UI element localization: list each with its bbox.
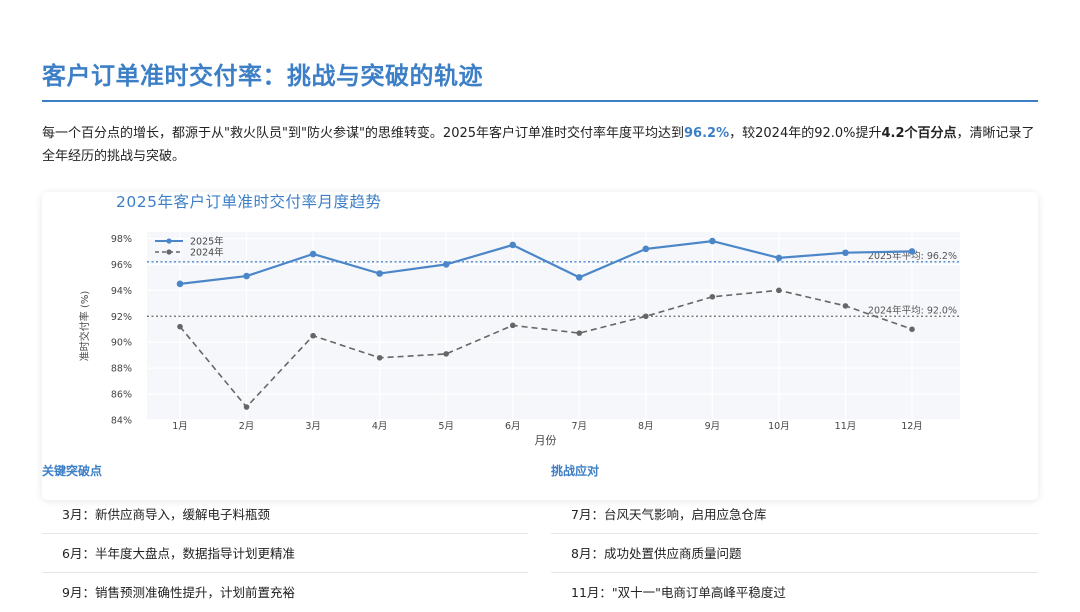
data-point: [177, 323, 183, 330]
legend-marker: [166, 238, 172, 244]
x-tick-label: 7月: [571, 421, 587, 432]
data-point: [442, 261, 450, 268]
data-point: [709, 294, 716, 300]
x-tick-label: 8月: [638, 421, 654, 432]
y-tick-label: 88%: [111, 364, 132, 375]
y-tick-label: 96%: [111, 260, 132, 271]
data-point: [642, 245, 650, 253]
breakthroughs-heading: 关键突破点: [42, 464, 103, 478]
x-tick-label: 1月: [172, 421, 188, 432]
data-point: [376, 270, 383, 277]
y-tick-label: 98%: [111, 234, 132, 245]
y-axis-label: 准时交付率 (%): [78, 291, 91, 362]
data-point: [842, 249, 849, 257]
data-point: [709, 237, 716, 245]
x-tick-label: 6月: [505, 421, 521, 432]
data-point: [509, 322, 516, 329]
data-point: [909, 326, 915, 333]
x-tick-label: 2月: [239, 421, 255, 432]
x-tick-label: 5月: [438, 421, 454, 432]
legend-label: 2025年: [190, 236, 224, 248]
legend-marker: [166, 249, 172, 255]
legend-label: 2024年: [190, 247, 224, 259]
x-axis-label: 月份: [535, 434, 557, 447]
plot-area: [147, 232, 960, 420]
data-point: [776, 287, 782, 294]
data-point: [176, 280, 184, 288]
data-point: [842, 303, 849, 309]
data-point: [443, 351, 449, 357]
data-point: [575, 274, 583, 281]
x-tick-label: 9月: [705, 421, 721, 432]
x-tick-label: 3月: [305, 421, 321, 432]
data-point: [243, 404, 250, 410]
data-point: [243, 272, 250, 280]
data-point: [509, 241, 517, 249]
x-tick-label: 12月: [901, 421, 923, 432]
reference-line-label: 2024年平均: 92.0%: [868, 304, 957, 316]
y-tick-label: 92%: [111, 312, 132, 323]
data-point: [775, 254, 783, 262]
y-tick-label: 86%: [111, 390, 132, 401]
challenge-item: 8月：成功处置供应商质量问题: [551, 535, 1038, 573]
data-point: [309, 250, 317, 258]
breakthrough-item: 6月：半年度大盘点，数据指导计划更精准: [42, 535, 528, 573]
x-tick-label: 11月: [835, 421, 857, 432]
data-point: [643, 313, 649, 320]
y-tick-label: 84%: [111, 416, 132, 427]
y-tick-label: 94%: [111, 286, 132, 297]
challenges-heading: 挑战应对: [551, 464, 600, 478]
data-point: [576, 330, 583, 336]
x-tick-label: 10月: [768, 421, 790, 432]
data-point: [908, 248, 916, 255]
y-tick-label: 90%: [111, 338, 132, 349]
breakthrough-item: 9月：销售预测准确性提升，计划前置充裕: [62, 585, 295, 600]
challenge-item: 7月：台风天气影响，启用应急仓库: [551, 496, 1038, 534]
breakthrough-item: 3月：新供应商导入，缓解电子料瓶颈: [42, 496, 528, 534]
data-point: [310, 332, 316, 339]
data-point: [376, 354, 383, 361]
x-tick-label: 4月: [372, 421, 388, 432]
challenge-item: 11月："双十一"电商订单高峰平稳度过: [571, 585, 786, 600]
